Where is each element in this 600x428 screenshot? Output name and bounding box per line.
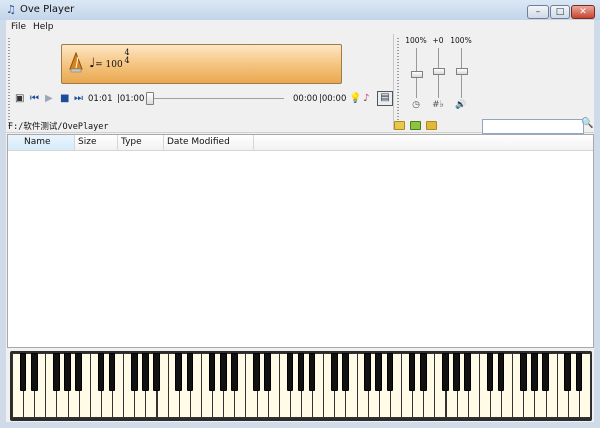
toolbar-grip[interactable] bbox=[8, 38, 10, 126]
clock-icon: ◷ bbox=[412, 100, 420, 110]
folder-refresh-icon[interactable] bbox=[426, 121, 437, 130]
piano-black-key[interactable] bbox=[542, 353, 549, 391]
title-bar: ♫ Ove Player – □ ✕ bbox=[0, 0, 600, 20]
piano-black-key[interactable] bbox=[419, 353, 427, 391]
piano-black-key[interactable] bbox=[564, 353, 572, 391]
menu-bar: File Help bbox=[6, 20, 594, 34]
metronome-icon[interactable] bbox=[69, 52, 83, 74]
previous-icon[interactable]: ⏮ bbox=[30, 93, 39, 105]
stop-icon[interactable]: ■ bbox=[60, 93, 69, 105]
piano-black-key[interactable] bbox=[64, 353, 71, 391]
menu-file[interactable]: File bbox=[11, 22, 26, 32]
piano-black-key[interactable] bbox=[230, 353, 238, 391]
piano-black-key[interactable] bbox=[386, 353, 394, 391]
piano-black-key[interactable] bbox=[286, 353, 294, 391]
menu-help[interactable]: Help bbox=[33, 22, 54, 32]
lightbulb-icon[interactable]: 💡 bbox=[349, 93, 361, 105]
piano-black-key[interactable] bbox=[97, 353, 105, 391]
piano-black-key[interactable] bbox=[497, 353, 505, 391]
piano-black-key[interactable] bbox=[331, 353, 338, 391]
speed-thumb[interactable] bbox=[456, 68, 468, 75]
piano-black-key[interactable] bbox=[375, 353, 383, 391]
column-divider[interactable] bbox=[163, 135, 164, 150]
piano-black-key[interactable] bbox=[142, 353, 149, 391]
bar-position: 01:01 bbox=[88, 94, 113, 104]
piano-black-key[interactable] bbox=[364, 353, 371, 391]
piano-black-key[interactable] bbox=[53, 353, 60, 391]
piano-keyboard bbox=[10, 351, 592, 421]
time-current: 00:00 bbox=[293, 94, 318, 104]
column-name[interactable]: Name bbox=[24, 137, 51, 147]
toolbar-separator bbox=[393, 34, 394, 130]
piano-black-key[interactable] bbox=[208, 353, 216, 391]
piano-black-key[interactable] bbox=[297, 353, 305, 391]
search-icon[interactable]: 🔍 bbox=[581, 118, 593, 129]
next-icon[interactable]: ⏭ bbox=[74, 93, 83, 105]
main-window: File Help ♩= 100 4 4 ▣ ⏮ ▶ ■ ⏭ 01:01 |01… bbox=[6, 20, 594, 422]
progress-thumb[interactable] bbox=[146, 92, 154, 105]
piano-black-key[interactable] bbox=[30, 353, 38, 391]
piano-black-key[interactable] bbox=[153, 353, 160, 391]
instrument-icon[interactable]: ♪ bbox=[363, 93, 369, 105]
folder-open-icon[interactable] bbox=[394, 121, 405, 130]
save-icon[interactable]: ▣ bbox=[15, 93, 24, 105]
current-path: F:/软件测试/OvePlayer bbox=[8, 122, 109, 132]
column-size[interactable]: Size bbox=[78, 137, 96, 147]
column-date-modified[interactable]: Date Modified bbox=[167, 137, 230, 147]
piano-black-key[interactable] bbox=[308, 353, 316, 391]
piano-black-key[interactable] bbox=[130, 353, 138, 391]
folder-up-icon[interactable] bbox=[410, 121, 421, 130]
piano-black-key[interactable] bbox=[453, 353, 460, 391]
progress-track[interactable] bbox=[149, 98, 284, 99]
transpose-thumb[interactable] bbox=[433, 68, 445, 75]
piano-black-key[interactable] bbox=[442, 353, 449, 391]
play-icon[interactable]: ▶ bbox=[45, 93, 53, 105]
column-divider[interactable] bbox=[117, 135, 118, 150]
piano-black-key[interactable] bbox=[186, 353, 194, 391]
speaker-icon: 🔊 bbox=[455, 100, 467, 110]
piano-black-key[interactable] bbox=[108, 353, 116, 391]
piano-black-key[interactable] bbox=[464, 353, 472, 391]
list-header: Name Size Type Date Modified bbox=[8, 135, 593, 151]
piano-black-key[interactable] bbox=[486, 353, 494, 391]
speed-label: 100% bbox=[450, 36, 472, 45]
piano-black-key[interactable] bbox=[219, 353, 227, 391]
file-list[interactable]: Name Size Type Date Modified bbox=[7, 134, 594, 348]
sharp-flat-icon: #♭ bbox=[432, 100, 444, 110]
column-divider[interactable] bbox=[253, 135, 254, 150]
volume-thumb[interactable] bbox=[411, 71, 423, 78]
piano-black-key[interactable] bbox=[19, 353, 27, 391]
mixer-grip[interactable] bbox=[397, 38, 399, 126]
maximize-button[interactable]: □ bbox=[550, 5, 570, 19]
piano-black-key[interactable] bbox=[175, 353, 183, 391]
close-button[interactable]: ✕ bbox=[571, 5, 595, 19]
piano-black-key[interactable] bbox=[531, 353, 538, 391]
piano-black-key[interactable] bbox=[253, 353, 260, 391]
keyboard-toggle-icon[interactable]: ▤ bbox=[377, 91, 393, 106]
piano-black-key[interactable] bbox=[342, 353, 349, 391]
piano-keys bbox=[12, 353, 591, 419]
search-input[interactable] bbox=[482, 119, 584, 134]
music-note-icon: ♫ bbox=[6, 3, 16, 16]
piano-black-key[interactable] bbox=[264, 353, 271, 391]
column-divider[interactable] bbox=[74, 135, 75, 150]
minimize-button[interactable]: – bbox=[527, 5, 549, 19]
window-title: Ove Player bbox=[20, 4, 75, 15]
score-display: ♩= 100 4 4 bbox=[61, 44, 342, 84]
tempo-value: = 100 bbox=[95, 60, 123, 70]
piano-black-key[interactable] bbox=[519, 353, 527, 391]
time-signature: 4 4 bbox=[123, 49, 131, 65]
piano-black-key[interactable] bbox=[75, 353, 82, 391]
time-signature-bottom: 4 bbox=[124, 56, 130, 65]
column-type[interactable]: Type bbox=[121, 137, 142, 147]
bar-total: |01:00 bbox=[117, 94, 145, 104]
piano-black-key[interactable] bbox=[408, 353, 416, 391]
piano-black-key[interactable] bbox=[575, 353, 583, 391]
tempo-readout: ♩= 100 bbox=[89, 56, 123, 71]
time-total: |00:00 bbox=[319, 94, 347, 104]
